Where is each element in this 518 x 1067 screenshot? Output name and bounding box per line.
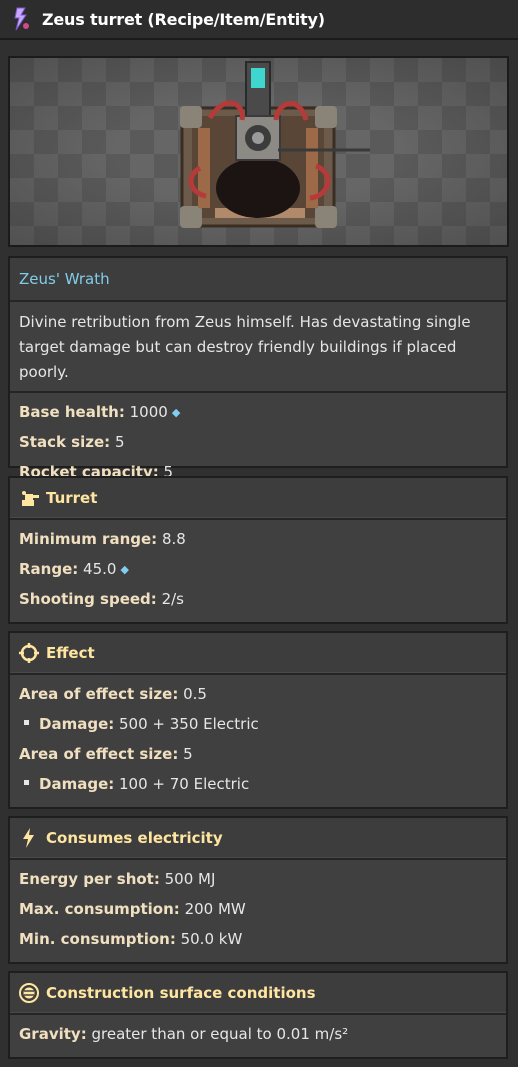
stat-value: 5: [114, 433, 125, 451]
stat-label: Range:: [19, 560, 79, 578]
stat-row: Range: 45.0 ◆: [10, 554, 506, 584]
zeus-turret-image: [180, 61, 370, 228]
planet-surface-icon: [18, 982, 40, 1004]
section-title: Effect: [46, 644, 95, 662]
surface-section-header: Construction surface conditions: [10, 973, 506, 1015]
stat-label: Base health:: [19, 403, 125, 421]
diamond-icon: ◆: [120, 563, 129, 576]
item-description: Divine retribution from Zeus himself. Ha…: [10, 302, 506, 393]
stat-value: 1000: [129, 403, 168, 421]
stat-label: Shooting speed:: [19, 590, 157, 608]
stat-row: Stack size: 5: [10, 427, 506, 457]
section-title: Consumes electricity: [46, 829, 223, 847]
stat-row: Shooting speed: 2/s: [10, 584, 506, 614]
section-title: Construction surface conditions: [46, 984, 316, 1002]
turret-icon: [18, 487, 40, 509]
stat-label: Energy per shot:: [19, 870, 160, 888]
stat-value: 50.0 kW: [180, 930, 243, 948]
stat-row: Gravity: greater than or equal to 0.01 m…: [10, 1019, 506, 1049]
stat-row: Energy per shot: 500 MJ: [10, 864, 506, 894]
stat-label: Area of effect size:: [19, 745, 179, 763]
stat-row: Min. consumption: 50.0 kW: [10, 924, 506, 954]
stat-value: 2/s: [161, 590, 184, 608]
stat-value: 5: [183, 745, 193, 763]
effect-section: Effect Area of effect size: 0.5 Damage: …: [8, 631, 508, 809]
stat-value: greater than or equal to 0.01 m/s²: [91, 1025, 349, 1043]
stat-value: 200 MW: [184, 900, 246, 918]
item-preview-image: [8, 56, 509, 247]
stat-row: Minimum range: 8.8: [10, 524, 506, 554]
bullet-icon: [24, 720, 29, 725]
stat-row: Damage: 500 + 350 Electric: [10, 709, 506, 739]
window-titlebar: Zeus turret (Recipe/Item/Entity): [0, 0, 518, 40]
turret-section-header: Turret: [10, 478, 506, 520]
stat-value: 500 MJ: [164, 870, 216, 888]
stat-row: Max. consumption: 200 MW: [10, 894, 506, 924]
bullet-icon: [24, 780, 29, 785]
section-title: Turret: [46, 489, 98, 507]
target-crosshair-icon: [18, 642, 40, 664]
stat-label: Min. consumption:: [19, 930, 176, 948]
stat-value: 8.8: [161, 530, 186, 548]
effect-section-header: Effect: [10, 633, 506, 675]
stat-label: Minimum range:: [19, 530, 158, 548]
stat-row: Area of effect size: 5: [10, 739, 506, 769]
stat-label: Area of effect size:: [19, 685, 179, 703]
stat-row: Area of effect size: 0.5: [10, 679, 506, 709]
item-info-panel: Zeus' Wrath Divine retribution from Zeus…: [8, 256, 508, 481]
stat-row: Base health: 1000 ◆: [10, 397, 506, 427]
window-title: Zeus turret (Recipe/Item/Entity): [42, 9, 325, 29]
stat-value: 45.0: [83, 560, 117, 578]
electricity-section: Consumes electricity Energy per shot: 50…: [8, 816, 508, 964]
stat-label: Stack size:: [19, 433, 111, 451]
stat-value: 500 + 350 Electric: [119, 715, 259, 733]
electricity-section-header: Consumes electricity: [10, 818, 506, 860]
stat-label: Damage:: [39, 775, 115, 793]
surface-conditions-section: Construction surface conditions Gravity:…: [8, 971, 508, 1059]
stat-label: Max. consumption:: [19, 900, 180, 918]
stat-value: 100 + 70 Electric: [119, 775, 250, 793]
stat-row: Damage: 100 + 70 Electric: [10, 769, 506, 799]
stat-label: Damage:: [39, 715, 115, 733]
zeus-turret-icon: [14, 7, 29, 31]
item-name: Zeus' Wrath: [10, 258, 506, 302]
diamond-icon: ◆: [171, 406, 181, 419]
turret-section: Turret Minimum range: 8.8 Range: 45.0 ◆ S…: [8, 476, 508, 624]
stat-label: Gravity:: [19, 1025, 87, 1043]
stat-value: 0.5: [183, 685, 207, 703]
lightning-bolt-icon: [18, 827, 40, 849]
